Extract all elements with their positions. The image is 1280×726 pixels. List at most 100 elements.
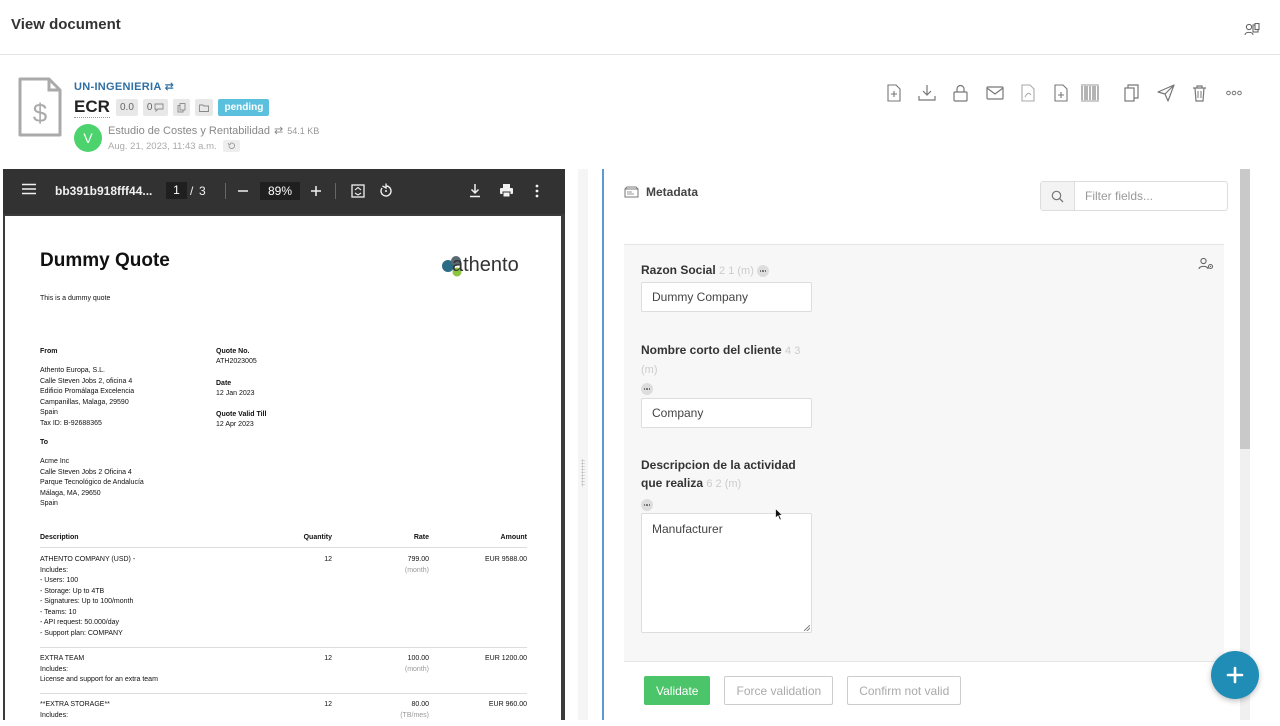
print-icon[interactable]: [499, 183, 514, 202]
row-rate: 100.00: [407, 655, 429, 662]
comments-badge[interactable]: 0: [142, 99, 169, 116]
swap-icon: ⇄: [164, 81, 175, 93]
row-description: EXTRA TEAM Includes: License and support…: [40, 655, 158, 683]
pdf-page[interactable]: Dummy Quote athento This is a dummy quot…: [5, 216, 561, 726]
lock-icon[interactable]: [953, 84, 968, 102]
zoom-in-icon[interactable]: [310, 183, 322, 202]
metadata-title: Metadata: [646, 185, 699, 199]
razon-social-input[interactable]: Dummy Company: [641, 282, 812, 312]
trash-icon[interactable]: [1192, 84, 1207, 102]
fit-page-icon[interactable]: [351, 183, 365, 202]
user-settings-copy-icon[interactable]: [1244, 22, 1260, 42]
divider: [335, 183, 336, 199]
field-options-icon[interactable]: [641, 499, 653, 511]
search-icon[interactable]: [1041, 182, 1075, 210]
field-label-nombre-corto: Nombre corto del cliente 4 3 (m): [641, 343, 801, 376]
validate-button[interactable]: Validate: [644, 676, 711, 705]
new-document-icon[interactable]: [1054, 84, 1068, 102]
menu-icon[interactable]: [22, 183, 36, 198]
validation-buttons: Validate Force validation Confirm not va…: [644, 676, 962, 705]
to-label: To: [40, 439, 49, 446]
force-validation-button[interactable]: Force validation: [724, 676, 834, 705]
download-icon[interactable]: [918, 84, 936, 102]
page-number-input[interactable]: 1: [166, 182, 187, 199]
drag-handle[interactable]: [581, 459, 585, 487]
nombre-corto-input[interactable]: Company: [641, 398, 812, 428]
athento-logo-icon: athento: [438, 249, 528, 284]
swap-icon: ⇄: [274, 125, 284, 137]
send-icon[interactable]: [1157, 84, 1175, 102]
page-title: View document: [11, 16, 121, 33]
company-link[interactable]: UN-INGENIERIA ⇄: [74, 80, 174, 93]
add-file-icon[interactable]: [887, 84, 901, 102]
mail-icon[interactable]: [986, 84, 1004, 102]
top-bar: View document: [0, 0, 1280, 55]
quote-subtitle: This is a dummy quote: [40, 295, 111, 302]
row-rate-unit: (month): [404, 567, 429, 574]
mouse-cursor-icon: [775, 507, 784, 526]
date-line: Aug. 21, 2023, 11:43 a.m.: [108, 140, 240, 152]
field-options-icon[interactable]: [641, 383, 653, 395]
add-fab-button[interactable]: [1211, 651, 1259, 699]
rotate-icon[interactable]: [379, 183, 393, 202]
quote-date: 12 Jan 2023: [216, 390, 255, 397]
row-rate: 80.00: [411, 701, 429, 708]
total-pages: 3: [199, 184, 206, 198]
copy-icon: [178, 102, 186, 112]
col-rate: Rate: [413, 534, 429, 541]
zoom-out-icon[interactable]: [237, 183, 249, 202]
user-settings-icon[interactable]: [1198, 257, 1214, 276]
barcode-icon[interactable]: [1080, 84, 1100, 102]
doc-chips: 0.0 0 pending: [116, 99, 270, 116]
download-icon[interactable]: [469, 183, 481, 202]
scrollbar-thumb[interactable]: [1240, 169, 1250, 449]
history-icon[interactable]: [222, 140, 240, 152]
table-divider: [40, 647, 527, 648]
plus-icon: [1226, 666, 1244, 684]
quote-no-label: Quote No.: [216, 348, 250, 355]
resize-handle[interactable]: [804, 625, 810, 631]
row-amount: EUR 9588.00: [484, 556, 527, 563]
more-vertical-icon[interactable]: [534, 183, 540, 202]
row-description: **EXTRA STORAGE** Includes:: [40, 701, 110, 719]
row-description: ATHENTO COMPANY (USD) - Includes: - User…: [40, 556, 136, 637]
more-icon[interactable]: [1226, 84, 1242, 102]
document-header: $ UN-INGENIERIA ⇄ ECR 0.0 0 pending V Es…: [0, 56, 1280, 168]
date-label: Date: [216, 380, 232, 387]
folder-badge[interactable]: [195, 99, 214, 116]
pdf-icon[interactable]: [1021, 84, 1035, 102]
folder-icon: [199, 104, 210, 112]
confirm-not-valid-button[interactable]: Confirm not valid: [847, 676, 962, 705]
version-badge[interactable]: 0.0: [116, 99, 138, 116]
document-name-line: Estudio de Costes y Rentabilidad ⇄ 54.1 …: [108, 124, 319, 138]
pdf-filename: bb391b918fff44...: [55, 184, 153, 198]
from-label: From: [40, 348, 58, 355]
row-amount: EUR 1200.00: [484, 655, 527, 662]
panel-splitter[interactable]: [578, 169, 588, 720]
table-divider: [40, 693, 527, 694]
document-type[interactable]: ECR: [74, 97, 110, 118]
divider: [225, 183, 226, 199]
copy-icon[interactable]: [1124, 84, 1139, 102]
descripcion-value: Manufacturer: [652, 522, 723, 536]
table-divider: [40, 547, 527, 548]
zoom-level[interactable]: 89%: [260, 182, 300, 200]
row-rate: 799.00: [407, 556, 429, 563]
row-rate-unit: (month): [404, 666, 429, 673]
copy-badge[interactable]: [173, 99, 191, 116]
descripcion-textarea[interactable]: Manufacturer: [641, 513, 812, 633]
logo-text: athento: [452, 254, 519, 276]
quote-title: Dummy Quote: [40, 250, 170, 271]
page-separator: /: [190, 184, 194, 198]
quote-no: ATH2023005: [216, 358, 257, 365]
filter-fields-input[interactable]: [1075, 182, 1225, 210]
valid-label: Quote Valid Till: [216, 411, 267, 418]
avatar[interactable]: V: [74, 124, 102, 152]
field-options-icon[interactable]: [757, 264, 770, 277]
metadata-header: Metadata: [624, 185, 698, 199]
document-name[interactable]: Estudio de Costes y Rentabilidad: [108, 125, 270, 137]
valid-date: 12 Apr 2023: [216, 421, 254, 428]
comment-icon: [155, 103, 164, 112]
row-quantity: 12: [324, 655, 332, 662]
col-description: Description: [40, 534, 79, 541]
